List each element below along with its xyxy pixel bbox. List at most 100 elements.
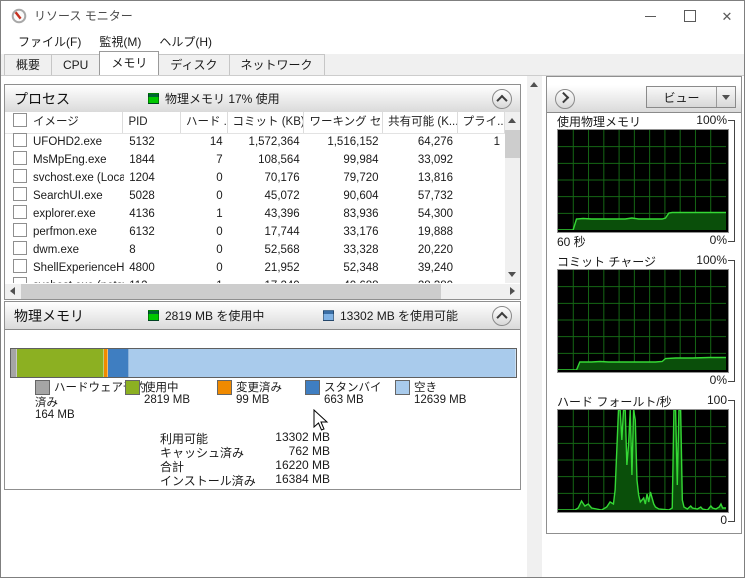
vscroll-thumb[interactable] — [505, 130, 520, 158]
row-checkbox[interactable] — [13, 223, 27, 237]
process-value-cell: 64,276 — [417, 136, 454, 148]
tab-概要[interactable]: 概要 — [4, 54, 53, 75]
process-row[interactable]: MsMpEng.exe 1844 7 108,564 99,984 33,092 — [5, 151, 505, 169]
process-value-cell: 33,092 — [417, 154, 454, 166]
process-image-cell: svchost.exe (netsvcs) — [5, 277, 124, 283]
process-value-cell: 5132 — [129, 136, 155, 148]
graph-min-label: 0% — [709, 233, 727, 247]
graph-scale-bracket — [728, 400, 735, 522]
minimize-icon — [644, 15, 656, 17]
graph-time-label: 60 秒 — [557, 235, 586, 249]
memory-used-icon — [148, 310, 159, 321]
graph-min-label: 0 — [720, 513, 727, 527]
row-checkbox[interactable] — [13, 187, 27, 201]
minimize-button[interactable] — [631, 1, 669, 31]
column-header[interactable]: コミット (KB) — [228, 112, 305, 133]
legend-label: 2819 MB — [144, 394, 191, 406]
detail-value: 762 MB — [288, 444, 330, 458]
process-panel-header: プロセス 物理メモリ 17% 使用 — [5, 85, 520, 113]
process-row[interactable]: SearchUI.exe 5028 0 45,072 90,604 57,732 — [5, 187, 505, 205]
process-value-cell — [458, 205, 505, 223]
process-row[interactable]: explorer.exe 4136 1 43,396 83,936 54,300 — [5, 205, 505, 223]
column-header[interactable]: 共有可能 (K... — [383, 112, 458, 133]
scroll-left-icon[interactable] — [10, 287, 15, 295]
process-value-cell: 1204 — [129, 172, 155, 184]
bar-segment-standby — [107, 349, 129, 377]
process-name: svchost.exe (LocalSys... — [33, 172, 124, 184]
tab-CPU[interactable]: CPU — [51, 54, 101, 75]
process-value-cell — [458, 187, 505, 205]
process-value-cell: 40,688 — [305, 277, 384, 283]
column-header[interactable]: ハード ... — [181, 112, 228, 133]
process-value-cell: 1,572,364 — [248, 136, 300, 148]
process-image-cell: perfmon.exe — [5, 223, 124, 241]
process-value-cell: 54,300 — [417, 208, 454, 220]
graph-max-label: 100 — [706, 393, 727, 407]
process-name: perfmon.exe — [33, 226, 97, 238]
resource-monitor-window: リソース モニター ✕ ファイル(F) 監視(M) ヘルプ(H) 概要 CPU メモリデ… — [0, 0, 745, 578]
row-checkbox[interactable] — [13, 205, 27, 219]
process-hscrollbar[interactable] — [5, 284, 520, 299]
row-checkbox[interactable] — [13, 169, 27, 183]
process-value-cell: 20,220 — [417, 244, 454, 256]
scroll-down-icon[interactable] — [508, 272, 516, 277]
menu-item[interactable]: ヘルプ(H) — [150, 31, 221, 54]
left-pane-scrollbar[interactable] — [527, 76, 542, 577]
tab-ネットワーク[interactable]: ネットワーク — [228, 54, 325, 75]
physical-memory-usage-status: 物理メモリ 17% 使用 — [148, 92, 280, 106]
row-checkbox[interactable] — [13, 259, 27, 273]
row-checkbox[interactable] — [13, 151, 27, 165]
memory-collapse-button[interactable] — [492, 306, 512, 326]
scroll-up-icon[interactable] — [530, 82, 538, 87]
graph-min-label: 0% — [709, 373, 727, 387]
tab-メモリ[interactable]: メモリ — [99, 51, 160, 75]
row-checkbox[interactable] — [13, 277, 27, 283]
maximize-icon — [684, 10, 696, 22]
memory-available-status: 13302 MB を使用可能 — [323, 309, 458, 323]
process-row[interactable]: svchost.exe (LocalSys... 1204 0 70,176 79,72… — [5, 169, 505, 187]
tab-ディスク[interactable]: ディスク — [158, 54, 230, 75]
column-header[interactable]: プライ... — [458, 112, 505, 133]
memory-composition-bar — [10, 348, 517, 378]
process-value-cell: 7 — [216, 154, 223, 166]
process-value-cell: 1 — [216, 208, 223, 220]
process-value-cell — [458, 223, 505, 241]
process-vscrollbar[interactable] — [505, 112, 520, 283]
close-button[interactable]: ✕ — [708, 1, 744, 31]
legend-swatch-standby — [305, 380, 320, 395]
process-collapse-button[interactable] — [492, 89, 512, 109]
legend-label: スタンバイ — [324, 382, 382, 394]
legend-swatch-used — [125, 380, 140, 395]
process-value-cell: 19,888 — [417, 226, 454, 238]
row-checkbox[interactable] — [13, 133, 27, 147]
process-image-cell: svchost.exe (LocalSys... — [5, 169, 124, 187]
process-table-rows: UFOHD2.exe 5132 14 1,572,364 1,516,152 64,276… — [5, 133, 505, 283]
select-all-checkbox[interactable] — [13, 113, 27, 127]
process-row[interactable]: dwm.exe 8 0 52,568 33,328 20,220 — [5, 241, 505, 259]
process-row[interactable]: svchost.exe (netsvcs)112117,24040,68828,… — [5, 277, 505, 283]
scroll-up-icon[interactable] — [508, 118, 516, 123]
menu-item[interactable]: ファイル(F) — [9, 31, 90, 54]
column-header[interactable]: ワーキング セッ... — [304, 112, 384, 133]
process-row[interactable]: ShellExperienceHost.... 4800 0 21,952 52,348… — [5, 259, 505, 277]
process-name: MsMpEng.exe — [33, 154, 107, 166]
physical-memory-panel: 物理メモリ 2819 MB を使用中 13302 MB を使用可能 ハードウェア… — [4, 301, 521, 490]
column-header[interactable]: PID — [123, 112, 181, 133]
column-header[interactable]: イメージ — [5, 112, 124, 133]
maximize-button[interactable] — [671, 1, 709, 31]
memory-details: 利用可能 13302 MB キャッシュ済み 762 MB 合計 16220 MB インストー… — [5, 428, 520, 488]
view-dropdown[interactable] — [717, 94, 735, 100]
legend-swatch-modified — [217, 380, 232, 395]
process-value-cell: 8 — [129, 244, 136, 256]
process-panel: プロセス 物理メモリ 17% 使用 イメージ PIDハード ...コミット (KB… — [4, 84, 521, 300]
graph-title: コミット チャージ — [557, 255, 656, 269]
process-row[interactable]: perfmon.exe 6132 0 17,744 33,176 19,888 — [5, 223, 505, 241]
row-checkbox[interactable] — [13, 241, 27, 255]
expand-panel-button[interactable] — [555, 89, 575, 109]
process-row[interactable]: UFOHD2.exe 5132 14 1,572,364 1,516,152 64,276… — [5, 133, 505, 151]
scroll-right-icon[interactable] — [510, 287, 515, 295]
hscroll-thumb[interactable] — [21, 284, 441, 299]
process-value-cell: 5028 — [129, 190, 155, 202]
titlebar[interactable]: リソース モニター ✕ — [1, 1, 744, 31]
view-button[interactable]: ビュー — [646, 86, 736, 108]
